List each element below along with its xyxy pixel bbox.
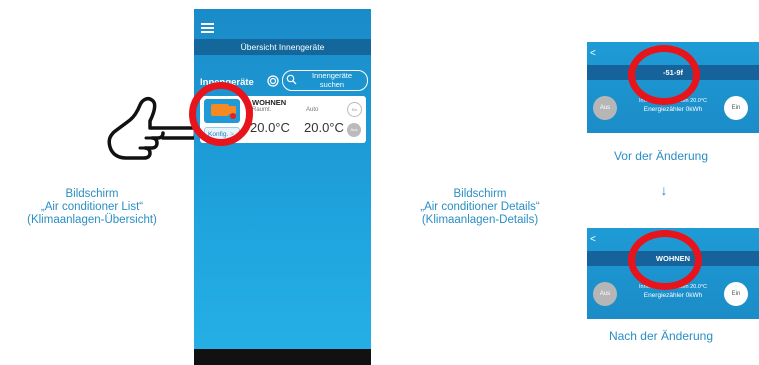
power-off-button[interactable]: Aus <box>347 123 361 137</box>
hand-pointer-icon <box>107 97 196 160</box>
search-button-label: Innengeräte suchen <box>311 71 353 89</box>
screen-title: Übersicht Innengeräte <box>194 39 371 55</box>
power-on-button[interactable]: Ein <box>724 282 748 306</box>
power-off-button[interactable]: Aus <box>593 282 617 306</box>
energy-counter: Energiezähler 0kWh <box>643 292 703 299</box>
room-temp-label: Raumt. <box>252 107 272 113</box>
top-bar <box>194 9 371 39</box>
energy-counter: Energiezähler 0kWh <box>643 106 703 113</box>
power-on-button[interactable]: Ein <box>347 102 362 117</box>
power-on-button[interactable]: Ein <box>724 96 748 120</box>
phone-list-screen: Übersicht Innengeräte Innengeräte Inneng… <box>194 9 371 365</box>
bottom-bar <box>194 349 371 365</box>
power-off-button[interactable]: Aus <box>593 96 617 120</box>
highlight-circle <box>189 82 253 146</box>
search-icon <box>286 74 297 85</box>
room-temperature: 20.0°C <box>250 120 290 135</box>
caption-details-screen: Bildschirm „Air conditioner Details“ (Kl… <box>420 188 540 226</box>
device-name: WOHNEN <box>252 98 287 107</box>
search-devices-button[interactable]: Innengeräte suchen <box>282 70 368 91</box>
back-arrow-icon[interactable]: < <box>590 234 596 245</box>
back-arrow-icon[interactable]: < <box>590 48 596 59</box>
caption-after: Nach der Änderung <box>608 329 714 343</box>
mode-label: Auto <box>306 107 319 113</box>
menu-icon[interactable] <box>201 23 214 33</box>
caption-list-screen: Bildschirm „Air conditioner List“ (Klima… <box>27 188 157 226</box>
highlight-circle <box>628 230 702 290</box>
highlight-circle <box>628 45 700 105</box>
caption-before: Vor der Änderung <box>613 149 709 163</box>
down-arrow-icon: ↓ <box>660 182 668 198</box>
set-temperature: 20.0°C <box>304 120 344 135</box>
refresh-icon[interactable] <box>267 75 279 87</box>
